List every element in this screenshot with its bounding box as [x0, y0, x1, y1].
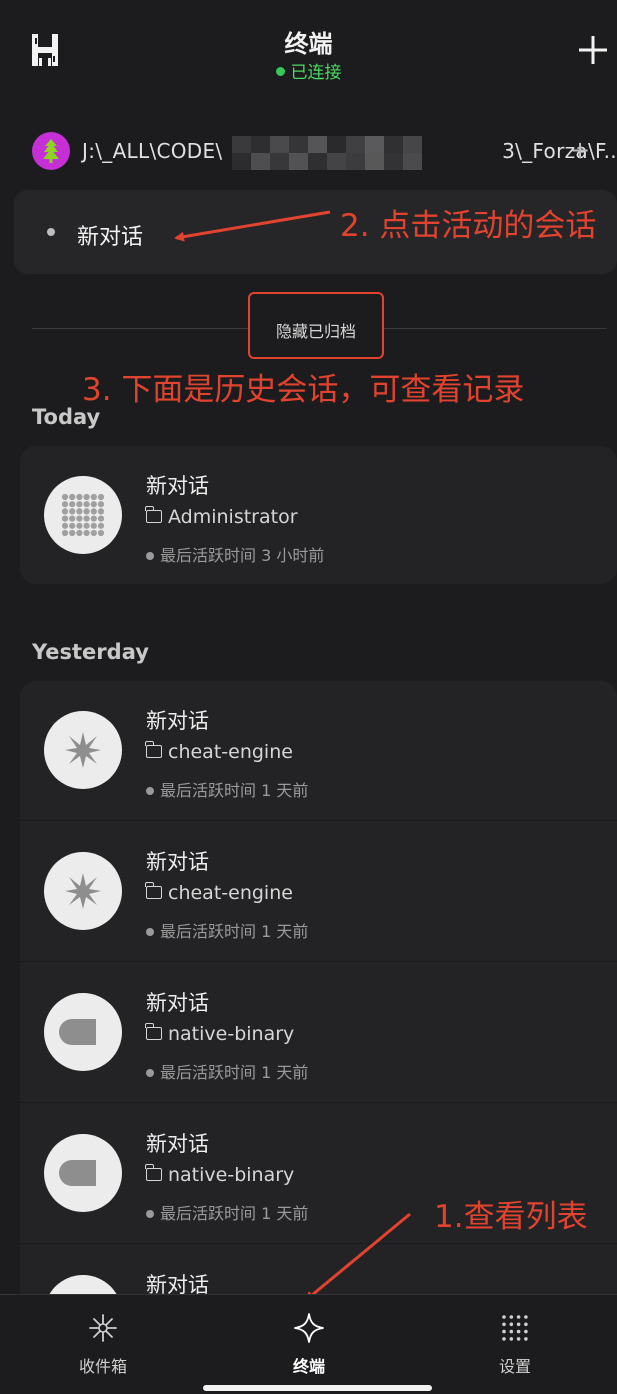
- folder-icon: [145, 882, 162, 899]
- starburst-icon: [65, 732, 101, 768]
- tab-terminal-label: 终端: [292, 1357, 325, 1376]
- session-last-active-text: 最后活跃时间 1 天前: [160, 781, 309, 800]
- status-dot-icon: [275, 66, 285, 76]
- session-folder-name: cheat-engine: [168, 882, 293, 904]
- redacted-mosaic: [232, 136, 422, 170]
- session-folder-name: cheat-engine: [168, 741, 293, 763]
- annotation-step-3: 3. 下面是历史会话，可查看记录: [82, 372, 525, 408]
- session-last-active: 最后活跃时间 1 天前: [146, 918, 308, 942]
- session-list-today: 新对话 Administrator 最后活跃时间 3 小时前: [20, 446, 617, 584]
- session-avatar: [44, 1134, 122, 1212]
- tab-inbox-label: 收件箱: [78, 1357, 127, 1376]
- session-last-active-text: 最后活跃时间 1 天前: [160, 922, 309, 941]
- folder-icon: [145, 506, 162, 523]
- session-folder: native-binary: [145, 1023, 295, 1045]
- session-avatar: [44, 993, 122, 1071]
- session-title: 新对话: [146, 474, 209, 498]
- tab-settings-label: 设置: [498, 1357, 531, 1376]
- session-row[interactable]: 新对话 Administrator 最后活跃时间 3 小时前: [20, 446, 617, 586]
- session-row[interactable]: 新对话: [20, 1245, 617, 1294]
- session-last-active: 最后活跃时间 1 天前: [146, 777, 308, 801]
- divider-left: [32, 328, 250, 329]
- session-row[interactable]: 新对话 native-binary 最后活跃时间 1 天前: [20, 963, 617, 1103]
- folder-icon: [145, 1164, 162, 1181]
- session-last-active-text: 最后活跃时间 3 小时前: [160, 546, 325, 565]
- tab-settings[interactable]: 设置: [412, 1295, 617, 1385]
- session-title: 新对话: [146, 1132, 209, 1156]
- tab-terminal[interactable]: 终端: [206, 1295, 412, 1385]
- time-dot-icon: [146, 551, 154, 560]
- add-workspace-button[interactable]: +: [570, 136, 590, 164]
- capsule-icon: [59, 1160, 96, 1186]
- active-session-title: 新对话: [77, 225, 144, 250]
- session-last-active-text: 最后活跃时间 1 天前: [160, 1204, 309, 1223]
- session-folder: native-binary: [145, 1164, 295, 1186]
- new-session-plus-icon[interactable]: [573, 30, 613, 70]
- session-last-active: 最后活跃时间 1 天前: [146, 1200, 308, 1224]
- session-last-active-text: 最后活跃时间 1 天前: [160, 1063, 309, 1082]
- sparkle-icon: [89, 1314, 117, 1342]
- page-title: 终端: [284, 30, 333, 58]
- session-avatar: [44, 711, 122, 789]
- time-dot-icon: [146, 927, 154, 936]
- annotation-step-1: 1.查看列表: [434, 1199, 588, 1235]
- starburst-icon: [65, 873, 101, 909]
- folder-icon: [145, 1023, 162, 1040]
- session-row[interactable]: 新对话 cheat-engine 最后活跃时间 1 天前: [20, 681, 617, 821]
- session-folder: cheat-engine: [145, 741, 293, 763]
- workspace-path-row[interactable]: J:\_ALL\CODE\ 3\_Forza\F... +: [0, 126, 617, 178]
- session-folder-name: native-binary: [168, 1164, 295, 1186]
- tab-inbox[interactable]: 收件箱: [0, 1295, 206, 1385]
- folder-icon: [145, 741, 162, 758]
- session-title: 新对话: [146, 850, 209, 874]
- session-folder-name: Administrator: [168, 506, 298, 528]
- time-dot-icon: [146, 786, 154, 795]
- session-row[interactable]: 新对话 cheat-engine 最后活跃时间 1 天前: [20, 822, 617, 962]
- time-dot-icon: [146, 1068, 154, 1077]
- dot-grid-icon: [502, 1315, 528, 1341]
- section-label-today: Today: [32, 405, 101, 429]
- connection-status-label: 已连接: [290, 63, 342, 83]
- session-avatar: [44, 852, 122, 930]
- session-last-active: 最后活跃时间 1 天前: [146, 1059, 308, 1083]
- session-folder-name: native-binary: [168, 1023, 295, 1045]
- four-point-star-icon: [294, 1313, 324, 1343]
- divider-right: [384, 328, 606, 329]
- tree-icon: [43, 139, 59, 163]
- session-title: 新对话: [146, 709, 209, 733]
- active-session-dot-icon: [47, 228, 55, 236]
- app-header: 终端 已连接: [0, 0, 617, 100]
- session-last-active: 最后活跃时间 3 小时前: [146, 542, 324, 566]
- workspace-avatar: [32, 132, 70, 170]
- bottom-nav: 收件箱 终端 设置: [0, 1294, 617, 1394]
- session-title: 新对话: [146, 1273, 209, 1294]
- annotation-step-2: 2. 点击活动的会话: [340, 208, 597, 244]
- hide-archived-toggle[interactable]: 隐藏已归档: [248, 318, 384, 342]
- session-folder: Administrator: [145, 506, 298, 528]
- session-folder: cheat-engine: [145, 882, 293, 904]
- session-avatar: [44, 476, 122, 554]
- session-avatar: [44, 1275, 122, 1294]
- section-label-yesterday: Yesterday: [32, 640, 149, 664]
- time-dot-icon: [146, 1209, 154, 1218]
- grid-dots-icon: [61, 493, 105, 537]
- home-indicator: [203, 1385, 432, 1391]
- connection-status: 已连接: [0, 58, 617, 83]
- session-title: 新对话: [146, 991, 209, 1015]
- capsule-icon: [59, 1019, 96, 1045]
